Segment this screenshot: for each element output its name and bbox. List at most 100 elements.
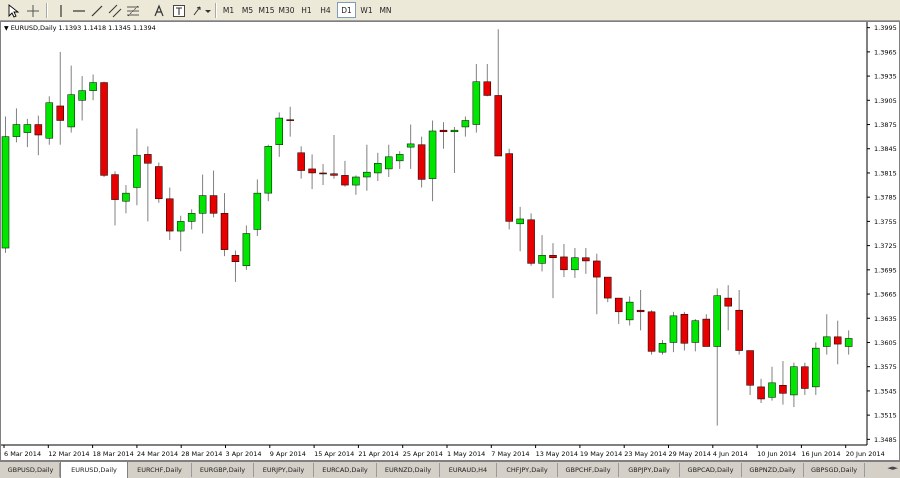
bearish-candle (308, 168, 316, 174)
chart-tab[interactable]: EURJPY,Daily (254, 463, 314, 477)
chart-tab[interactable]: EURAUD,H4 (440, 463, 497, 477)
bullish-candle (823, 336, 831, 347)
bullish-candle (625, 301, 634, 321)
bullish-candle (790, 366, 798, 396)
chart-tab[interactable]: EURCHF,Daily (128, 463, 192, 477)
date-label: 20 Jun 2014 (846, 450, 885, 458)
bullish-candle (122, 192, 130, 202)
date-label: 3 Apr 2014 (226, 450, 262, 458)
bearish-candle (724, 297, 732, 307)
bearish-candle (833, 336, 842, 345)
bearish-candle (604, 276, 612, 299)
bearish-candle (155, 166, 163, 200)
price-label: 1.3485 (874, 436, 897, 444)
price-label: 1.3965 (874, 48, 897, 56)
bearish-candle (231, 255, 240, 263)
bullish-candle (844, 338, 853, 347)
date-label: 6 Mar 2014 (4, 450, 41, 458)
bearish-candle (757, 386, 765, 400)
chart-tab[interactable]: CHFJPY,Daily (497, 463, 558, 477)
timeframe-m15[interactable]: M15 (257, 2, 276, 18)
bearish-candle (483, 81, 492, 96)
bearish-candle (111, 174, 119, 200)
bullish-candle (78, 90, 86, 101)
date-label: 9 Apr 2014 (270, 450, 306, 458)
bullish-candle (395, 154, 404, 162)
price-label: 1.3875 (874, 121, 897, 129)
trendline-icon[interactable] (90, 3, 104, 17)
bullish-candle (428, 130, 437, 179)
chart-tab[interactable]: EURUSD,Daily (60, 462, 128, 478)
bullish-candle (67, 94, 75, 128)
timeframe-mn[interactable]: MN (376, 2, 395, 18)
bearish-candle (735, 309, 743, 351)
chart-tab[interactable]: EURNZD,Daily (377, 463, 440, 477)
bullish-candle (571, 257, 579, 271)
vertical-line-icon[interactable] (54, 3, 68, 17)
bearish-candle (494, 95, 502, 157)
bearish-candle (319, 172, 327, 175)
price-label: 1.3665 (874, 291, 897, 299)
bullish-candle (23, 124, 32, 133)
bearish-candle (560, 256, 568, 271)
timeframe-h4[interactable]: H4 (316, 2, 335, 18)
cursor-icon[interactable] (6, 3, 20, 18)
bullish-candle (669, 315, 678, 343)
price-label: 1.3755 (874, 218, 897, 226)
price-label: 1.3725 (874, 242, 897, 250)
bearish-candle (286, 119, 294, 121)
chart-tab[interactable]: EURGBP,Daily (192, 463, 254, 477)
date-label: 16 Jun 2014 (801, 450, 840, 458)
chart-tab[interactable]: GBPUSD,Daily (2, 463, 60, 477)
bullish-candle (176, 221, 185, 232)
timeframe-h1[interactable]: H1 (297, 2, 316, 18)
bearish-candle (144, 154, 152, 164)
chart-tab[interactable]: GBPCAD,Daily (680, 463, 742, 477)
date-label: 13 May 2014 (536, 450, 578, 458)
chart-tab[interactable]: EURCAD,Daily (314, 463, 377, 477)
timeframe-m1[interactable]: M1 (219, 2, 238, 18)
text-icon[interactable] (152, 3, 166, 17)
bearish-candle (417, 144, 426, 180)
bullish-candle (133, 154, 141, 188)
toolbar-separator (215, 3, 217, 18)
price-label: 1.3905 (874, 97, 897, 105)
bullish-candle (275, 117, 283, 145)
crosshair-icon[interactable] (26, 3, 40, 17)
bullish-candle (253, 192, 262, 230)
arrows-menu-icon[interactable] (192, 3, 212, 17)
fibonacci-icon[interactable] (126, 3, 140, 17)
price-label: 1.3695 (874, 266, 897, 274)
timeframe-m5[interactable]: M5 (238, 2, 257, 18)
chart-tab[interactable]: GBPJPY,Daily (619, 463, 680, 477)
bullish-candle (242, 233, 251, 267)
bearish-candle (779, 385, 787, 394)
bearish-candle (209, 195, 218, 214)
chart-tab[interactable]: GBPNZD,Daily (742, 463, 804, 477)
horizontal-line-icon[interactable] (72, 3, 86, 17)
date-label: 7 May 2014 (491, 450, 529, 458)
bullish-candle (363, 171, 371, 178)
timeframe-w1[interactable]: W1 (357, 2, 376, 18)
bearish-candle (636, 309, 645, 313)
chart-tab[interactable]: GBPSGD,Daily (804, 463, 865, 477)
bullish-candle (472, 81, 481, 125)
date-label: 15 Apr 2014 (314, 450, 354, 458)
bullish-candle (406, 143, 415, 148)
bearish-candle (439, 129, 448, 133)
bullish-candle (264, 146, 273, 194)
bullish-candle (198, 195, 207, 214)
bearish-candle (166, 198, 174, 232)
text-label-icon[interactable] (172, 3, 186, 17)
timeframe-d1[interactable]: D1 (337, 2, 356, 18)
timeframe-m30[interactable]: M30 (277, 2, 296, 18)
price-chart[interactable]: ▼ EURUSD,Daily 1.1393 1.1418 1.1345 1.13… (0, 21, 900, 461)
tab-scroll-arrows-icon[interactable]: ◄► (887, 464, 898, 472)
date-label: 21 Apr 2014 (358, 450, 398, 458)
chart-tab[interactable]: GBPCHF,Daily (558, 463, 619, 477)
equidistant-channel-icon[interactable] (108, 3, 122, 18)
price-label: 1.3575 (874, 363, 897, 371)
bearish-candle (680, 313, 689, 344)
bearish-candle (341, 175, 349, 186)
date-label: 25 Apr 2014 (403, 450, 443, 458)
